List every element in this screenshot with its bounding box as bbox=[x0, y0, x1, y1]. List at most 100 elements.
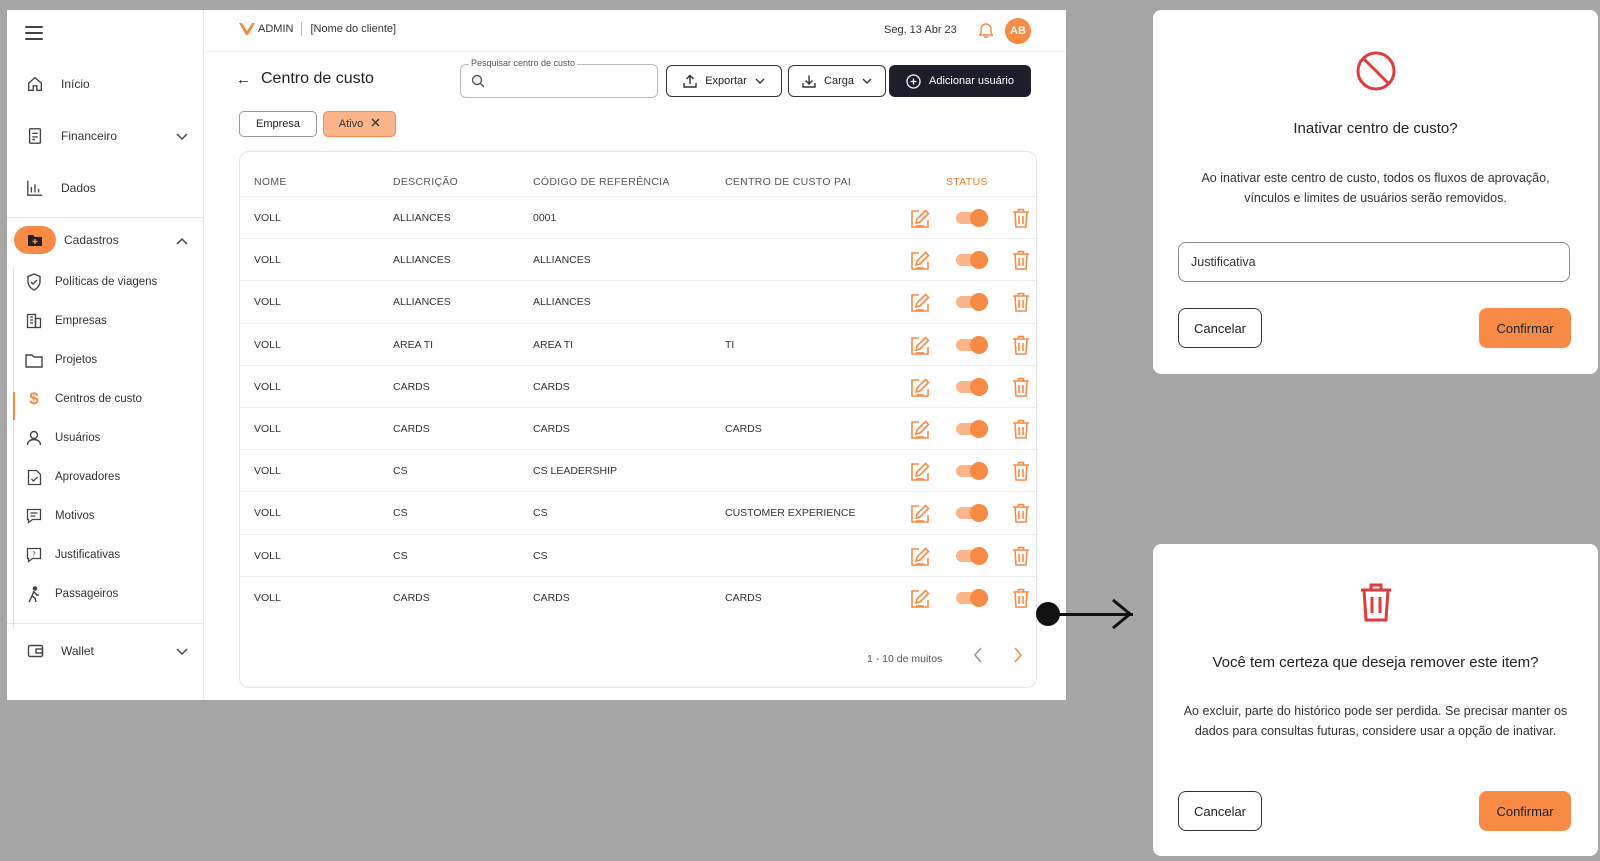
cell-nome: VOLL bbox=[254, 549, 281, 562]
plus-circle-icon bbox=[906, 73, 921, 89]
search-input[interactable]: Pesquisar centro de custo bbox=[460, 58, 658, 98]
status-toggle[interactable] bbox=[956, 546, 988, 565]
cell-pai: TI bbox=[725, 338, 735, 351]
status-toggle[interactable] bbox=[956, 420, 988, 438]
sidebar-item-cadastros[interactable]: Cadastros bbox=[7, 222, 204, 258]
cell-pai: CARDS bbox=[725, 591, 762, 604]
trash-icon[interactable] bbox=[1012, 588, 1030, 613]
trash-icon[interactable] bbox=[1012, 292, 1030, 317]
status-toggle[interactable] bbox=[956, 335, 988, 354]
sidebar-item-usuarios[interactable]: Usuários bbox=[7, 423, 204, 453]
bell-icon[interactable] bbox=[978, 22, 994, 43]
sidebar-item-inicio[interactable]: Início bbox=[7, 66, 204, 102]
sidebar-item-label: Dados bbox=[61, 181, 96, 195]
sidebar-item-wallet[interactable]: Wallet bbox=[7, 633, 204, 669]
user-icon bbox=[25, 429, 43, 447]
trash-icon[interactable] bbox=[1012, 546, 1030, 571]
trash-icon[interactable] bbox=[1012, 461, 1030, 486]
cell-pai: CUSTOMER EXPERIENCE bbox=[725, 507, 856, 520]
sidebar-item-financeiro[interactable]: Financeiro bbox=[7, 118, 204, 154]
cell-descricao: ALLIANCES bbox=[393, 296, 451, 309]
trash-icon[interactable] bbox=[1012, 250, 1030, 275]
confirm-button[interactable]: Confirmar bbox=[1479, 308, 1571, 348]
cancel-button[interactable]: Cancelar bbox=[1178, 308, 1262, 348]
cell-nome: VOLL bbox=[254, 507, 281, 520]
sidebar-item-label: Projetos bbox=[55, 354, 98, 366]
status-toggle[interactable] bbox=[956, 462, 988, 481]
status-toggle[interactable] bbox=[956, 588, 988, 607]
status-toggle[interactable] bbox=[956, 251, 988, 270]
trash-icon bbox=[1153, 582, 1598, 622]
edit-icon[interactable] bbox=[909, 292, 931, 319]
status-toggle[interactable] bbox=[956, 293, 988, 312]
chevron-up-icon bbox=[176, 234, 188, 248]
cell-descricao: ALLIANCES bbox=[393, 254, 451, 267]
filter-chip-ativo[interactable]: Ativo bbox=[323, 111, 396, 137]
add-user-button[interactable]: Adicionar usuário bbox=[889, 65, 1031, 97]
close-icon[interactable] bbox=[371, 118, 380, 130]
sidebar-item-centros-de-custo[interactable]: $ Centros de custo bbox=[7, 384, 204, 414]
column-header-nome: NOME bbox=[254, 176, 287, 188]
trash-icon[interactable] bbox=[1012, 503, 1030, 528]
add-user-label: Adicionar usuário bbox=[929, 75, 1014, 87]
trash-icon[interactable] bbox=[1012, 419, 1030, 444]
sidebar-item-dados[interactable]: Dados bbox=[7, 170, 204, 206]
sidebar-item-empresas[interactable]: Empresas bbox=[7, 306, 204, 336]
cancel-button[interactable]: Cancelar bbox=[1178, 791, 1262, 831]
edit-icon[interactable] bbox=[909, 461, 931, 488]
status-toggle[interactable] bbox=[956, 209, 988, 227]
page-title: ← Centro de custo bbox=[236, 70, 374, 88]
sidebar-item-aprovadores[interactable]: Aprovadores bbox=[7, 462, 204, 492]
back-arrow-icon[interactable]: ← bbox=[236, 71, 251, 88]
top-bar: ADMIN [Nome do cliente] Seg, 13 Abr 23 A… bbox=[205, 10, 1066, 52]
edit-icon[interactable] bbox=[909, 335, 931, 362]
trash-icon[interactable] bbox=[1012, 335, 1030, 360]
table-row: VOLL CARDS CARDS bbox=[240, 364, 1038, 408]
cell-codigo: CARDS bbox=[533, 423, 570, 435]
toggle-knob bbox=[970, 335, 988, 354]
search-legend: Pesquisar centro de custo bbox=[469, 58, 578, 68]
sidebar-item-politicas[interactable]: Políticas de viagens bbox=[7, 267, 204, 297]
avatar[interactable]: AB bbox=[1005, 18, 1031, 44]
edit-icon[interactable] bbox=[909, 208, 931, 235]
toggle-knob bbox=[970, 420, 988, 438]
cost-center-table: NOME DESCRIÇÃO CÓDIGO DE REFERÊNCIA CENT… bbox=[239, 151, 1038, 688]
cell-nome: VOLL bbox=[254, 591, 281, 604]
edit-icon[interactable] bbox=[909, 503, 931, 530]
trash-icon[interactable] bbox=[1012, 377, 1030, 402]
cell-descricao: CARDS bbox=[393, 423, 430, 435]
column-header-pai: CENTRO DE CUSTO PAI bbox=[725, 176, 852, 188]
chevron-right-icon[interactable] bbox=[1013, 647, 1023, 668]
edit-icon[interactable] bbox=[909, 419, 931, 446]
trash-icon[interactable] bbox=[1012, 208, 1030, 233]
cell-codigo: CARDS bbox=[533, 591, 570, 604]
sidebar-item-label: Justificativas bbox=[55, 549, 121, 561]
chevron-left-icon[interactable] bbox=[973, 647, 983, 668]
message-icon bbox=[25, 507, 43, 525]
sidebar-item-motivos[interactable]: Motivos bbox=[7, 501, 204, 531]
sidebar-item-justificativas[interactable]: ? Justificativas bbox=[7, 540, 204, 570]
cell-nome: VOLL bbox=[254, 212, 281, 224]
sidebar-item-label: Aprovadores bbox=[55, 471, 121, 483]
status-toggle[interactable] bbox=[956, 504, 988, 523]
export-button[interactable]: Exportar bbox=[666, 65, 782, 97]
cell-descricao: CARDS bbox=[393, 591, 430, 604]
filter-chip-empresa[interactable]: Empresa bbox=[239, 111, 317, 137]
edit-icon[interactable] bbox=[909, 546, 931, 573]
inactivate-modal: Inativar centro de custo? Ao inativar es… bbox=[1153, 10, 1598, 374]
export-label: Exportar bbox=[705, 75, 747, 87]
confirm-button[interactable]: Confirmar bbox=[1479, 791, 1571, 831]
sidebar-item-passageiros[interactable]: Passageiros bbox=[7, 579, 204, 609]
edit-icon[interactable] bbox=[909, 377, 931, 404]
status-toggle[interactable] bbox=[956, 377, 988, 396]
justification-input[interactable]: Justificativa bbox=[1178, 242, 1570, 282]
edit-icon[interactable] bbox=[909, 250, 931, 277]
hamburger-menu-icon[interactable] bbox=[25, 26, 43, 40]
load-button[interactable]: Carga bbox=[788, 65, 886, 97]
toggle-knob bbox=[970, 504, 988, 523]
cadastros-pill bbox=[14, 226, 56, 254]
edit-icon[interactable] bbox=[909, 588, 931, 615]
sidebar-item-projetos[interactable]: Projetos bbox=[7, 345, 204, 375]
cell-codigo: ALLIANCES bbox=[533, 254, 591, 267]
question-message-icon: ? bbox=[25, 546, 43, 564]
